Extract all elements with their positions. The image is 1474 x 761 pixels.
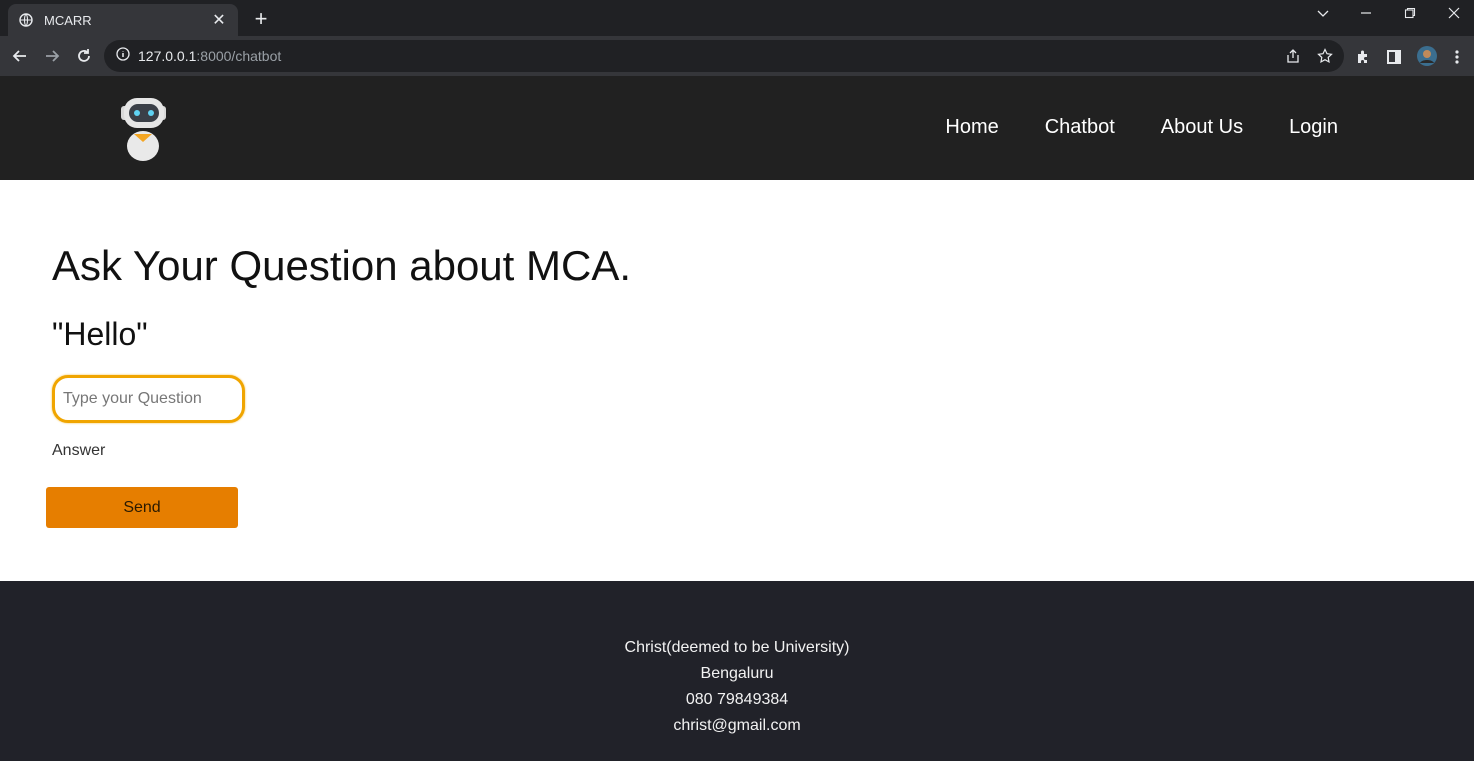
new-tab-icon[interactable]: + — [250, 6, 272, 32]
url-text: 127.0.0.1:8000/chatbot — [138, 48, 281, 64]
back-icon[interactable] — [8, 44, 32, 68]
footer-city: Bengaluru — [700, 665, 774, 682]
close-icon[interactable]: ✕ — [210, 10, 228, 30]
side-panel-icon[interactable] — [1385, 48, 1403, 66]
footer-phone: 080 79849384 — [685, 691, 789, 708]
robot-logo-icon[interactable] — [116, 94, 172, 164]
nav-login[interactable]: Login — [1289, 116, 1338, 139]
browser-toolbar: 127.0.0.1:8000/chatbot — [0, 36, 1474, 76]
footer-contact: Christ(deemed to be University) Bengalur… — [0, 635, 1474, 739]
nav-home[interactable]: Home — [945, 116, 998, 139]
reload-icon[interactable] — [72, 44, 96, 68]
bot-response: "Hello" — [52, 316, 148, 352]
browser-tabbar: MCARR ✕ + — [0, 0, 1474, 36]
window-close-icon[interactable] — [1443, 6, 1465, 24]
forward-icon[interactable] — [40, 44, 64, 68]
footer-university: Christ(deemed to be University) — [624, 639, 850, 656]
answer-label: Answer — [52, 442, 106, 459]
page-title: Ask Your Question about MCA. — [52, 242, 631, 289]
question-input[interactable] — [52, 375, 245, 423]
share-icon[interactable] — [1284, 47, 1302, 65]
bookmark-star-icon[interactable] — [1316, 47, 1334, 65]
chatbot-section: Ask Your Question about MCA. "Hello" Ans… — [0, 180, 1474, 581]
globe-icon — [18, 12, 34, 28]
site-footer: Christ(deemed to be University) Bengalur… — [0, 581, 1474, 761]
footer-email[interactable]: christ@gmail.com — [0, 713, 1474, 739]
tab-title: MCARR — [44, 12, 92, 28]
minimize-icon[interactable] — [1355, 6, 1377, 24]
site-header: Home Chatbot About Us Login — [0, 76, 1474, 180]
url-path: :8000/chatbot — [196, 48, 282, 64]
extensions-icon[interactable] — [1354, 48, 1372, 66]
nav-chatbot[interactable]: Chatbot — [1045, 116, 1115, 139]
restore-icon[interactable] — [1399, 6, 1421, 24]
browser-tab[interactable]: MCARR ✕ — [8, 4, 238, 36]
profile-avatar[interactable] — [1416, 45, 1438, 67]
main-nav: Home Chatbot About Us Login — [945, 116, 1338, 139]
address-bar[interactable]: 127.0.0.1:8000/chatbot — [104, 40, 1344, 72]
url-host: 127.0.0.1 — [138, 48, 197, 64]
menu-dots-icon[interactable] — [1448, 48, 1466, 66]
info-icon[interactable] — [116, 46, 130, 66]
send-button[interactable]: Send — [46, 487, 238, 528]
nav-about-us[interactable]: About Us — [1161, 116, 1243, 139]
tab-search-icon[interactable] — [1312, 6, 1334, 24]
